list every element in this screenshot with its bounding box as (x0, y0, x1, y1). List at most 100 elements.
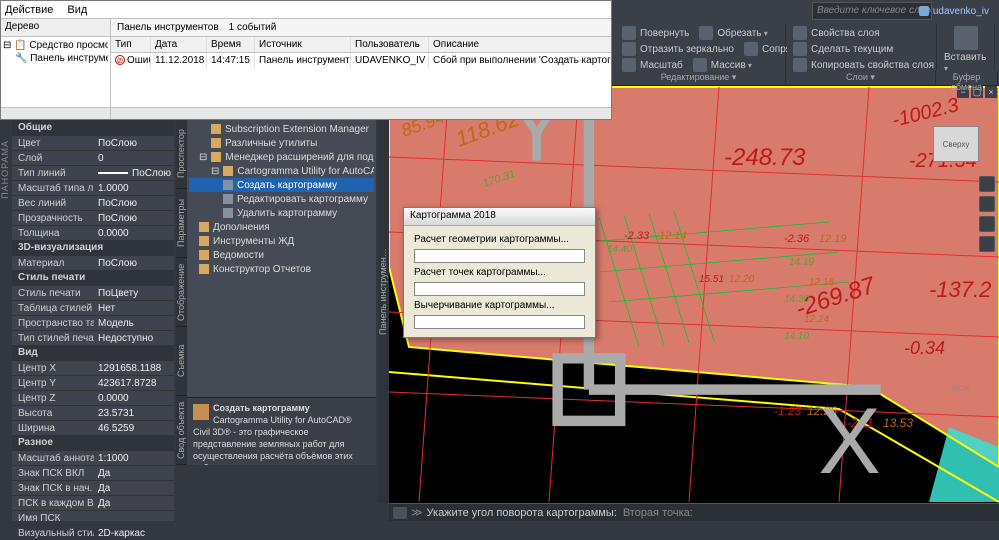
tab-survey[interactable]: Съемка (176, 327, 187, 396)
tree-root[interactable]: ⊟ 📋 Средство просмотра событий (3, 39, 108, 52)
tab-display[interactable]: Отображение (176, 258, 187, 327)
dialog-title[interactable]: Картограмма 2018 (404, 208, 595, 226)
step2-bar (414, 282, 585, 296)
col-desc[interactable]: Описание (429, 37, 611, 52)
property-row[interactable]: Визуальный стиль2D-каркас (12, 525, 174, 540)
make-current-button[interactable]: Сделать текущим (811, 44, 893, 55)
tree-item[interactable]: Дополнения (189, 220, 374, 234)
tab-settings[interactable]: Параметры (176, 189, 187, 258)
win-close-icon[interactable]: × (985, 86, 997, 98)
step3-bar (414, 315, 585, 329)
layer-props-button[interactable]: Свойства слоя (811, 28, 880, 39)
property-row[interactable]: МатериалПоСлою (12, 255, 174, 270)
toolspace-handle[interactable]: Панель инструмен… (378, 120, 389, 503)
property-row[interactable]: Центр Y423617.8728 (12, 375, 174, 390)
property-row[interactable]: Знак ПСК в нач. к...Да (12, 480, 174, 495)
user-icon (919, 6, 929, 16)
property-row[interactable]: Центр Z0.0000 (12, 390, 174, 405)
col-source[interactable]: Источник (255, 37, 351, 52)
modify-panel: ПовернутьОбрезать Отразить зеркальноСопр… (616, 24, 786, 71)
property-row[interactable]: ЦветПоСлою (12, 135, 174, 150)
property-row[interactable]: ПСК в каждом Вэк...Да (12, 495, 174, 510)
match-layer-button[interactable]: Копировать свойства слоя (811, 60, 934, 71)
tree-item[interactable]: Subscription Extension Manager (189, 122, 374, 136)
properties-palette: Общие ЦветПоСлоюСлой0Тип линийПоСлоюМасш… (12, 120, 174, 521)
menu-view[interactable]: Вид (67, 4, 87, 16)
tree-item[interactable]: Ведомости (189, 248, 374, 262)
toolspace-tabs: Проспектор Параметры Отображение Съемка … (176, 120, 187, 465)
layers-label: Слои ▾ (786, 71, 936, 85)
property-row[interactable]: Высота23.5731 (12, 405, 174, 420)
rotate-icon (622, 26, 636, 40)
modify-label: Редактирование ▾ (612, 71, 786, 85)
event-scrollbar[interactable] (111, 107, 611, 119)
tree-tab[interactable]: Дерево (1, 19, 110, 37)
folder-icon (199, 250, 209, 260)
layers-panel: Свойства слоя Сделать текущим Копировать… (787, 24, 937, 71)
match-icon (793, 58, 807, 72)
step2-label: Расчет точек картограммы... (414, 267, 585, 278)
tab-toolbox[interactable]: Свод объекта (176, 396, 187, 465)
group-misc[interactable]: Разное (12, 435, 174, 450)
step1-bar (414, 249, 585, 263)
property-row[interactable]: Тип линийПоСлою (12, 165, 174, 180)
user-menu[interactable]: udavenko_iv (919, 2, 989, 20)
menu-action[interactable]: Действие (5, 4, 53, 16)
tree-item[interactable]: Инструменты ЖД (189, 234, 374, 248)
event-grid-header: Тип Дата Время Источник Пользователь Опи… (111, 37, 611, 53)
col-user[interactable]: Пользователь (351, 37, 429, 52)
group-general[interactable]: Общие (12, 120, 174, 135)
property-row[interactable]: Знак ПСК ВКЛДа (12, 465, 174, 480)
property-row[interactable]: Стиль печатиПоЦвету (12, 285, 174, 300)
scale-icon (622, 58, 636, 72)
property-row[interactable]: Ширина46.5259 (12, 420, 174, 435)
makecur-icon (793, 42, 807, 56)
folder-icon (199, 236, 209, 246)
event-tree: Дерево ⊟ 📋 Средство просмотра событий 🔧 … (1, 19, 111, 119)
col-type[interactable]: Тип (111, 37, 151, 52)
toolspace-panel: Проспектор Параметры Отображение Съемка … (186, 120, 376, 465)
property-row[interactable]: Вес линийПоСлою (12, 195, 174, 210)
property-row[interactable]: Центр X1291658.1188 (12, 360, 174, 375)
tree-item[interactable]: Конструктор Отчетов (189, 262, 374, 276)
property-row[interactable]: Имя ПСК (12, 510, 174, 525)
tree-item[interactable]: ⊟ Cartogramma Utility for AutoCAD® Civil… (189, 164, 374, 178)
group-view[interactable]: Вид (12, 345, 174, 360)
property-row[interactable]: Масштаб типа лин...1.0000 (12, 180, 174, 195)
group-3dviz[interactable]: 3D-визуализация (12, 240, 174, 255)
property-row[interactable]: Масштаб аннотац...1:1000 (12, 450, 174, 465)
col-time[interactable]: Время (207, 37, 255, 52)
event-row[interactable]: ⊘Ошибка 11.12.2018 14:47:15 Панель инстр… (111, 53, 611, 68)
tree-scrollbar[interactable] (1, 107, 110, 119)
tree-item[interactable]: Создать картограмму (189, 178, 374, 192)
tool-icon (223, 180, 233, 190)
col-date[interactable]: Дата (151, 37, 207, 52)
folder-icon (223, 166, 233, 176)
property-row[interactable]: Таблица стилей п...Нет (12, 300, 174, 315)
svg-text:X: X (818, 388, 881, 473)
tree-child[interactable]: 🔧 Панель инструментов (3, 52, 108, 65)
panorama-label: ПАНОРАМА (0, 140, 12, 199)
cartogramma-dialog: Картограмма 2018 Расчет геометрии картог… (403, 207, 596, 338)
property-row[interactable]: ПрозрачностьПоСлою (12, 210, 174, 225)
tree-item[interactable]: ⊟ Менеджер расширений для подписчиков (189, 150, 374, 164)
search-input[interactable]: Введите ключевое слово/фразу (812, 2, 932, 20)
user-name: udavenko_iv (933, 6, 989, 17)
property-row[interactable]: Слой0 (12, 150, 174, 165)
property-row[interactable]: Пространство таб...Модель (12, 315, 174, 330)
trim-icon (699, 26, 713, 40)
mirror-button[interactable]: Отразить зеркальноСопряжение (622, 42, 779, 56)
tree-item[interactable]: Редактировать картограмму (189, 192, 374, 206)
scale-button[interactable]: МасштабМассив (622, 58, 779, 72)
group-plot[interactable]: Стиль печати (12, 270, 174, 285)
rotate-button[interactable]: ПовернутьОбрезать (622, 26, 779, 40)
property-row[interactable]: Толщина0.0000 (12, 225, 174, 240)
property-row[interactable]: Тип стилей печатиНедоступно (12, 330, 174, 345)
fillet-icon (744, 42, 758, 56)
tab-prospector[interactable]: Проспектор (176, 120, 187, 189)
step1-label: Расчет геометрии картограммы... (414, 234, 585, 245)
command-line[interactable]: ≫ Укажите угол поворота картограммы: Вто… (389, 503, 999, 521)
tree-item[interactable]: Удалить картограмму (189, 206, 374, 220)
paste-icon (954, 26, 978, 50)
tree-item[interactable]: Различные утилиты (189, 136, 374, 150)
